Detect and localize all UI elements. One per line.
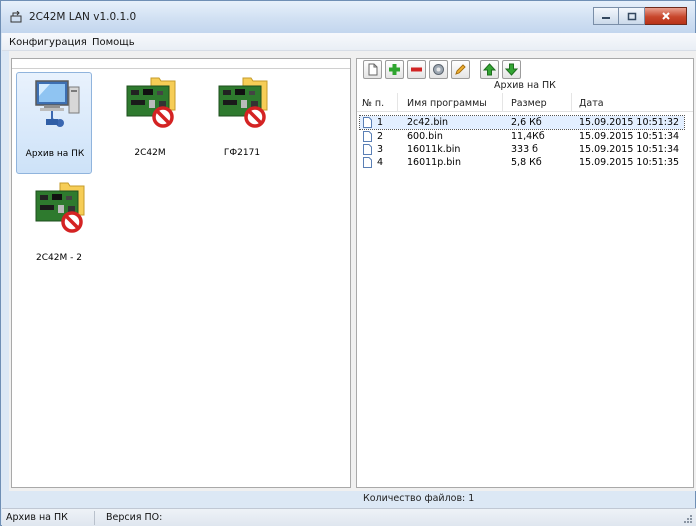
app-window: 2C42M LAN v1.0.1.0 Конфигурация Помощь А…: [0, 0, 696, 526]
file-date: 15.09.2015 10:51:34: [579, 131, 680, 142]
device-label: 2С42М: [134, 148, 166, 158]
file-size: 333 б: [511, 144, 539, 155]
column-divider: [502, 93, 503, 112]
close-icon: [661, 12, 670, 20]
file-count-label: Количество файлов: 1: [363, 493, 475, 504]
status-divider: [94, 511, 95, 525]
pc-network-icon: [35, 80, 80, 127]
status-firmware-version: Версия ПО:: [106, 512, 163, 523]
device-label: 2С42М - 2: [36, 253, 82, 263]
move-up-icon: [483, 63, 496, 76]
edit-button[interactable]: [451, 60, 470, 79]
file-icon: [363, 117, 372, 128]
menu-bar: Конфигурация Помощь: [2, 33, 696, 51]
column-header-size[interactable]: Размер: [511, 98, 547, 109]
file-name: 600.bin: [407, 131, 443, 142]
file-number: 2: [377, 131, 384, 142]
move-down-icon: [505, 63, 518, 76]
file-size: 5,8 Кб: [511, 157, 542, 168]
file-row[interactable]: 4 16011p.bin 5,8 Кб 15.09.2015 10:51:35: [360, 156, 684, 169]
file-icon: [363, 131, 372, 142]
column-header-number[interactable]: № п.: [362, 98, 384, 109]
menu-configuration[interactable]: Конфигурация: [9, 37, 87, 48]
file-size: 11,4Кб: [511, 131, 545, 142]
add-icon: [389, 64, 400, 75]
file-row[interactable]: 3 16011k.bin 333 б 15.09.2015 10:51:34: [360, 143, 684, 156]
file-name: 16011p.bin: [407, 157, 461, 168]
minimize-button[interactable]: [593, 7, 619, 25]
title-bar[interactable]: 2C42M LAN v1.0.1.0: [1, 1, 695, 33]
file-date: 15.09.2015 10:51:32: [579, 117, 680, 128]
status-location: Архив на ПК: [6, 512, 68, 523]
edit-icon: [455, 64, 466, 75]
file-number: 3: [377, 144, 384, 155]
column-divider: [397, 93, 398, 112]
status-bar: Архив на ПК Версия ПО:: [2, 508, 696, 526]
app-icon: [10, 11, 22, 23]
archive-panel: Архив на ПК № п. Имя программы Размер Да…: [356, 58, 694, 488]
settings-button[interactable]: [429, 60, 448, 79]
maximize-icon: [627, 12, 636, 20]
file-icon: [363, 144, 372, 155]
device-gf2171[interactable]: ГФ2171: [204, 72, 280, 174]
device-board-disconnected-icon: [35, 182, 85, 233]
archive-toolbar: [363, 60, 521, 82]
window-controls: [593, 7, 687, 25]
device-label: ГФ2171: [223, 148, 261, 158]
toolbar-separator: [473, 60, 477, 82]
column-header-date[interactable]: Дата: [579, 98, 604, 109]
file-date: 15.09.2015 10:51:34: [579, 144, 680, 155]
resize-grip-icon[interactable]: [683, 514, 693, 524]
file-icon: [363, 157, 372, 168]
device-2c42m[interactable]: 2С42М: [112, 72, 188, 174]
device-label: Архив на ПК: [25, 149, 85, 159]
device-board-disconnected-icon: [126, 77, 176, 128]
file-list-header: № п. Имя программы Размер Дата: [357, 93, 693, 112]
device-panel: Архив на ПК 2С42М ГФ2171 2С42М - 2: [11, 58, 351, 488]
maximize-button[interactable]: [619, 7, 645, 25]
archive-title: Архив на ПК: [494, 80, 556, 91]
remove-icon: [411, 67, 422, 72]
device-board-disconnected-icon: [218, 77, 268, 128]
file-number: 1: [377, 117, 384, 128]
minimize-icon: [602, 17, 610, 19]
new-file-button[interactable]: [363, 60, 382, 79]
file-date: 15.09.2015 10:51:35: [579, 157, 680, 168]
remove-button[interactable]: [407, 60, 426, 79]
move-down-button[interactable]: [502, 60, 521, 79]
device-2c42m-2[interactable]: 2С42М - 2: [21, 177, 97, 279]
file-name: 2c42.bin: [407, 117, 449, 128]
window-title: 2C42M LAN v1.0.1.0: [29, 11, 137, 23]
settings-icon: [433, 64, 444, 75]
device-archive-pc[interactable]: Архив на ПК: [16, 72, 92, 174]
column-header-name[interactable]: Имя программы: [407, 98, 487, 109]
menu-help[interactable]: Помощь: [92, 37, 135, 48]
file-row[interactable]: 2 600.bin 11,4Кб 15.09.2015 10:51:34: [360, 130, 684, 143]
file-row[interactable]: 1 2c42.bin 2,6 Кб 15.09.2015 10:51:32: [359, 115, 685, 130]
file-number: 4: [377, 157, 384, 168]
move-up-button[interactable]: [480, 60, 499, 79]
add-button[interactable]: [385, 60, 404, 79]
close-button[interactable]: [645, 7, 687, 25]
file-size: 2,6 Кб: [511, 117, 542, 128]
file-name: 16011k.bin: [407, 144, 461, 155]
new-file-icon: [368, 63, 378, 76]
column-divider: [571, 93, 572, 112]
divider: [12, 68, 350, 69]
